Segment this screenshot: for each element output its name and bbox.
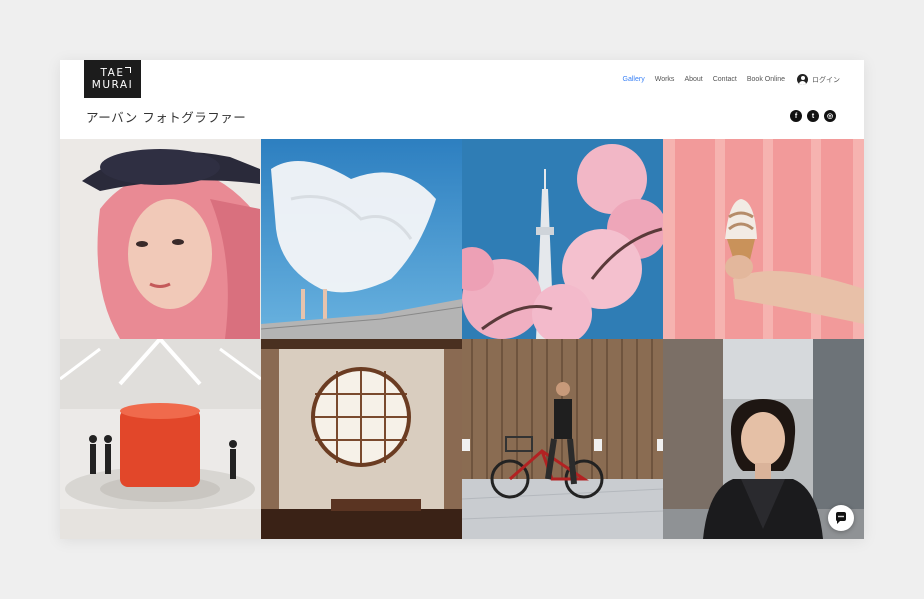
nav-item-gallery[interactable]: Gallery — [623, 76, 645, 83]
nav-item-contact[interactable]: Contact — [713, 76, 737, 83]
chat-button[interactable] — [828, 505, 854, 531]
twitter-icon[interactable]: t — [807, 110, 819, 122]
logo-line-2: MURAI — [91, 79, 134, 91]
photo-gallery — [60, 139, 864, 539]
man-with-bicycle-photo[interactable] — [462, 339, 663, 539]
skytree-cherry-blossom-photo[interactable] — [462, 139, 663, 339]
instagram-icon[interactable]: ◎ — [824, 110, 836, 122]
user-avatar-icon — [797, 74, 808, 85]
white-dress-sky-photo[interactable] — [261, 139, 462, 339]
main-nav: Gallery Works About Contact Book Online … — [623, 74, 840, 85]
pink-hair-woman-photo[interactable] — [60, 139, 261, 339]
site-logo[interactable]: TAE MURAI — [84, 60, 141, 98]
login-label: ログイン — [812, 76, 840, 84]
nav-item-about[interactable]: About — [684, 76, 702, 83]
login-button[interactable]: ログイン — [797, 74, 840, 85]
page-subtitle: アーバン フォトグラファー — [86, 110, 247, 125]
site-page: TAE MURAI Gallery Works About Contact Bo… — [60, 60, 864, 539]
chat-bubble-icon — [836, 512, 846, 524]
nav-item-works[interactable]: Works — [655, 76, 675, 83]
logo-bracket-icon — [125, 67, 131, 73]
orange-pillar-station-photo[interactable] — [60, 339, 261, 539]
ice-cream-pink-wall-photo[interactable] — [663, 139, 864, 339]
facebook-icon[interactable]: f — [790, 110, 802, 122]
social-bar: f t ◎ — [790, 110, 836, 122]
nav-item-book-online[interactable]: Book Online — [747, 76, 785, 83]
logo-line-1: TAE — [100, 67, 125, 79]
round-window-photo[interactable] — [261, 339, 462, 539]
